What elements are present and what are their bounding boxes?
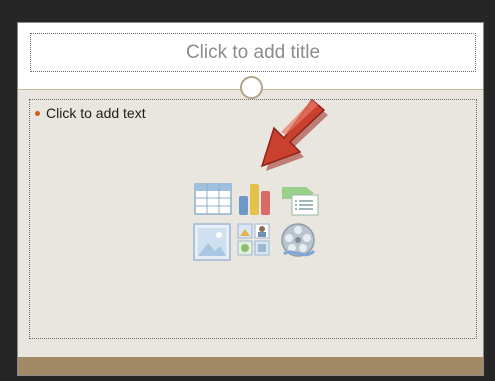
content-placeholder[interactable]: Click to add text [29, 98, 477, 339]
bullet-item: Click to add text [35, 105, 146, 121]
bullet-icon [35, 110, 40, 116]
insert-clip-art-icon[interactable] [237, 223, 271, 257]
window-background: Click to add title Click to add text [0, 0, 495, 381]
footer-band [18, 357, 483, 375]
red-pointer-arrow-icon [260, 98, 328, 171]
insert-table-icon[interactable] [194, 183, 232, 215]
insert-picture-icon[interactable] [193, 223, 231, 261]
insert-smartart-icon[interactable] [280, 183, 320, 217]
slide-canvas[interactable]: Click to add title Click to add text [17, 22, 484, 376]
title-placeholder[interactable]: Click to add title [30, 33, 476, 72]
title-placeholder-text: Click to add title [185, 41, 321, 63]
content-placeholder-text: Click to add text [46, 105, 146, 121]
insert-chart-icon[interactable] [237, 178, 273, 216]
insert-media-icon[interactable] [278, 221, 318, 261]
